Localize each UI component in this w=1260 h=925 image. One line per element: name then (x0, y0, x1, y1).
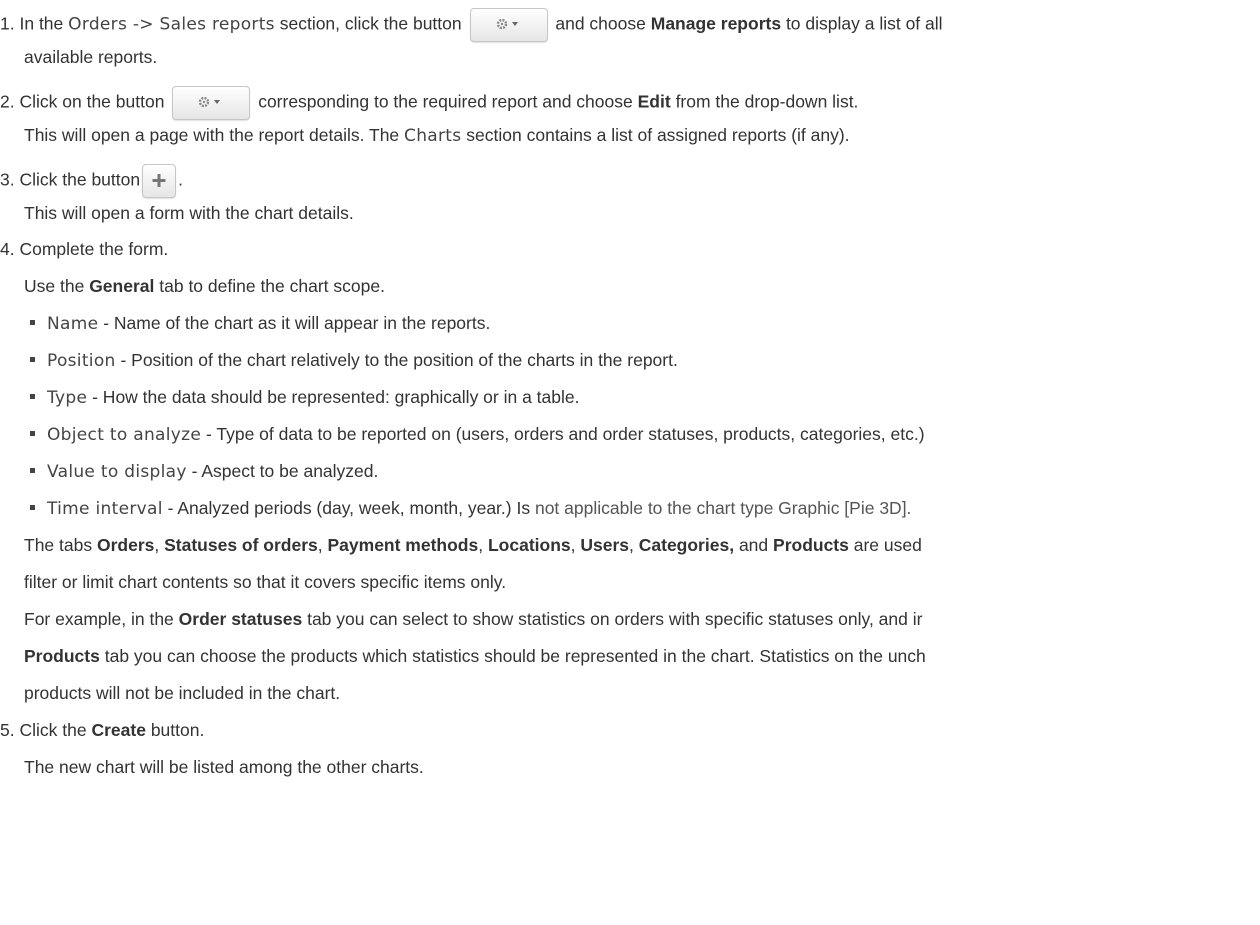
step-number: 5. (0, 720, 15, 740)
step-number: 1. (0, 13, 15, 34)
edit-label: Edit (637, 91, 671, 112)
list-item: Position - Position of the chart relativ… (47, 350, 678, 371)
step-4: 4. Complete the form. (0, 239, 169, 259)
example-paragraph: For example, in the Order statuses tab y… (24, 609, 923, 629)
list-item: Object to analyze - Type of data to be r… (47, 424, 925, 445)
step-number: 4. (0, 239, 15, 259)
add-chart-button[interactable] (142, 164, 177, 198)
list-item: Type - How the data should be represente… (47, 387, 580, 408)
list-item: Time interval - Analyzed periods (day, w… (47, 498, 912, 519)
instructions-document: 1. In the Orders -> Sales reports sectio… (0, 0, 1260, 925)
step-number: 2. (0, 91, 15, 112)
step-number: 3. (0, 169, 15, 190)
gear-dropdown-button[interactable] (469, 8, 548, 42)
caret-down-icon (511, 22, 518, 26)
gear-icon (496, 18, 518, 30)
charts-section-name: Charts (404, 126, 462, 146)
caret-down-icon (214, 100, 221, 104)
tabs-paragraph: The tabs Orders, Statuses of orders, Pay… (24, 535, 922, 555)
list-item: Value to display - Aspect to be analyzed… (47, 461, 379, 482)
gear-dropdown-button[interactable] (172, 86, 251, 120)
step-5: 5. Click the Create button. (0, 720, 205, 740)
step-2: 2. Click on the button corresponding to … (0, 86, 858, 120)
step-3: 3. Click the button . (0, 164, 183, 198)
manage-reports-label: Manage reports (650, 13, 782, 34)
step-1: 1. In the Orders -> Sales reports sectio… (0, 8, 943, 42)
gear-icon (199, 96, 221, 108)
list-item: Name - Name of the chart as it will appe… (47, 313, 491, 334)
create-label: Create (91, 720, 146, 740)
plus-icon (152, 174, 166, 187)
general-tab-label: General (89, 276, 155, 296)
menu-path: Orders -> Sales reports (68, 14, 275, 35)
